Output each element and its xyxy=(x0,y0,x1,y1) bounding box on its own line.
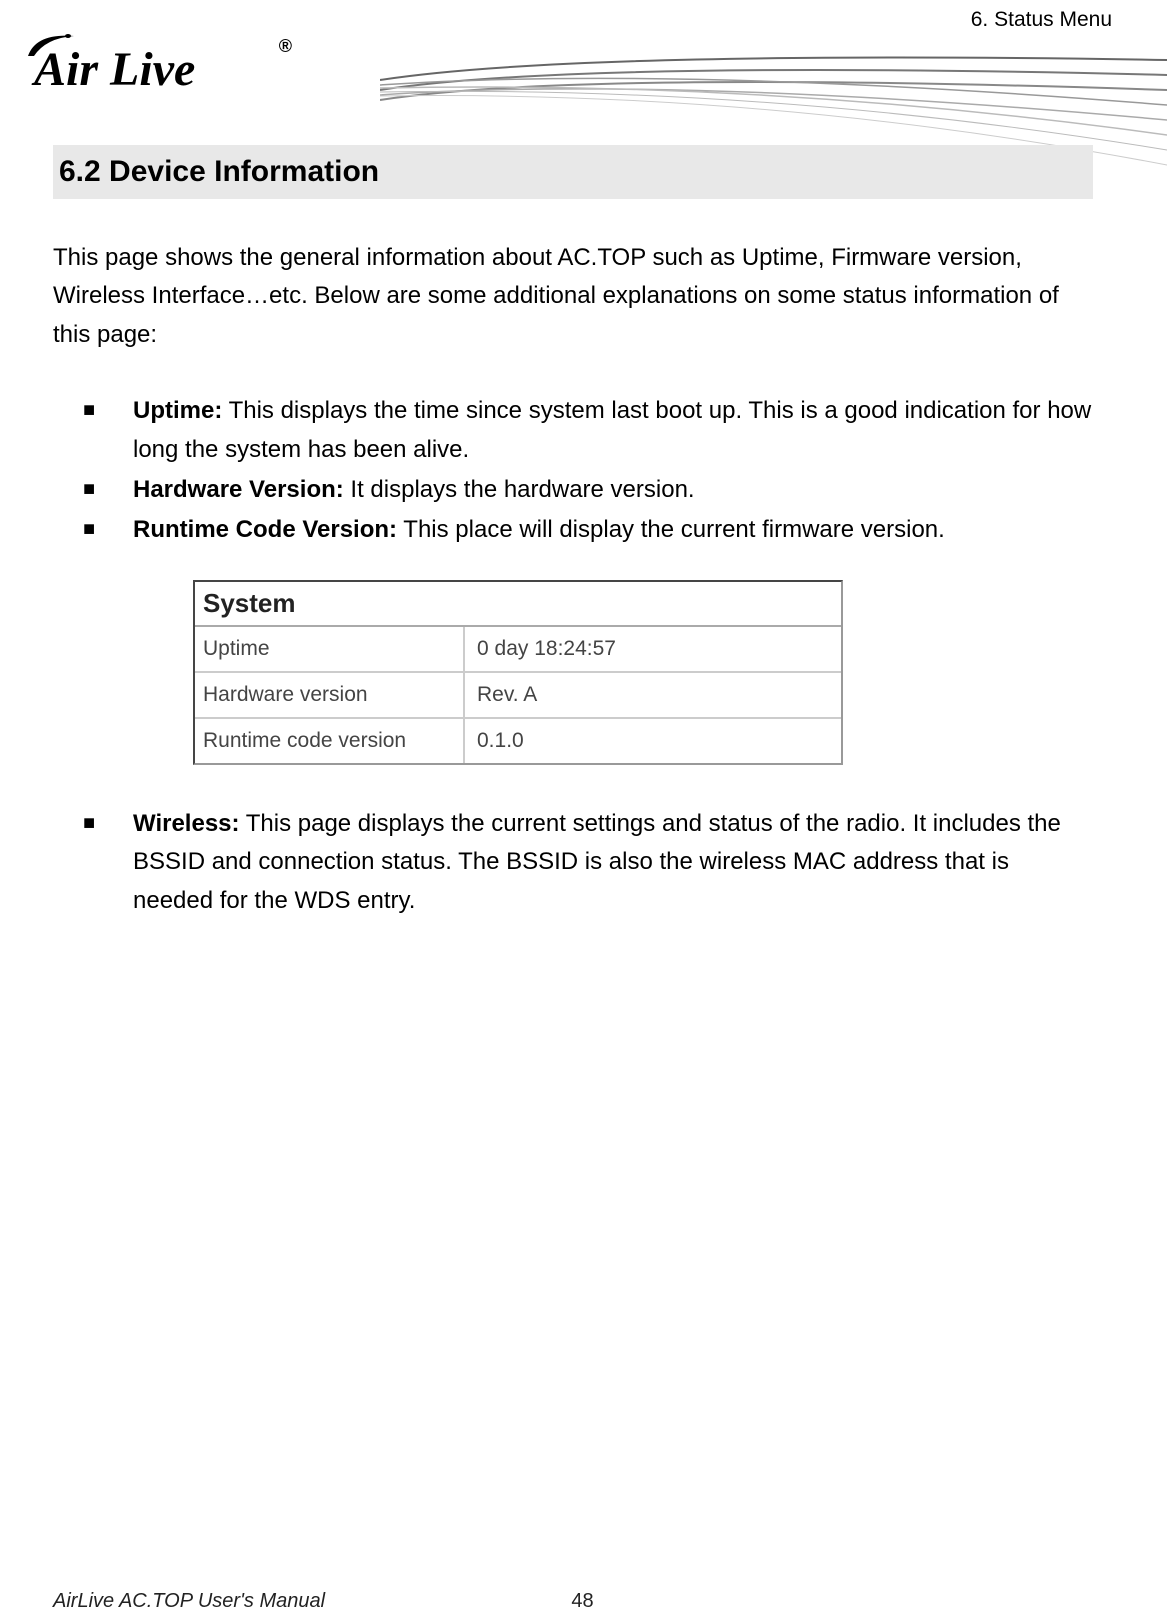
section-heading: 6.2 Device Information xyxy=(53,145,1093,199)
table-cell-value: 0.1.0 xyxy=(465,719,841,763)
chapter-label: 6. Status Menu xyxy=(971,8,1112,32)
bullet-list-1: Uptime: This displays the time since sys… xyxy=(83,392,1093,550)
bullet-title: Runtime Code Version: xyxy=(133,516,397,543)
table-cell-value: Rev. A xyxy=(465,673,841,717)
page-footer: AirLive AC.TOP User's Manual 48 xyxy=(53,1590,1112,1613)
logo-text: Air Live xyxy=(34,42,195,97)
table-row: Runtime code version0.1.0 xyxy=(195,719,841,763)
bullet-title: Hardware Version: xyxy=(133,476,344,503)
intro-paragraph: This page shows the general information … xyxy=(53,239,1093,354)
list-item: Uptime: This displays the time since sys… xyxy=(83,392,1093,469)
table-row: Uptime0 day 18:24:57 xyxy=(195,627,841,673)
list-item: Wireless: This page displays the current… xyxy=(83,805,1093,920)
footer-manual-title: AirLive AC.TOP User's Manual xyxy=(53,1590,325,1613)
bullet-text: This displays the time since system last… xyxy=(133,397,1091,462)
bullet-title: Wireless: xyxy=(133,810,240,837)
bullet-title: Uptime: xyxy=(133,397,222,424)
bullet-list-2: Wireless: This page displays the current… xyxy=(83,805,1093,920)
bullet-text: This page displays the current settings … xyxy=(133,810,1061,914)
system-table: System Uptime0 day 18:24:57Hardware vers… xyxy=(193,580,843,765)
list-item: Runtime Code Version: This place will di… xyxy=(83,511,1093,549)
table-cell-value: 0 day 18:24:57 xyxy=(465,627,841,671)
page-content: 6.2 Device Information This page shows t… xyxy=(53,145,1093,950)
table-cell-label: Uptime xyxy=(195,627,465,671)
bullet-text: It displays the hardware version. xyxy=(344,476,695,503)
table-cell-label: Runtime code version xyxy=(195,719,465,763)
table-row: Hardware versionRev. A xyxy=(195,673,841,719)
table-cell-label: Hardware version xyxy=(195,673,465,717)
footer-page-number: 48 xyxy=(571,1590,593,1613)
brand-logo: Air Live ® xyxy=(24,18,284,98)
system-table-header: System xyxy=(195,582,841,627)
list-item: Hardware Version: It displays the hardwa… xyxy=(83,471,1093,509)
bullet-text: This place will display the current firm… xyxy=(397,516,945,543)
